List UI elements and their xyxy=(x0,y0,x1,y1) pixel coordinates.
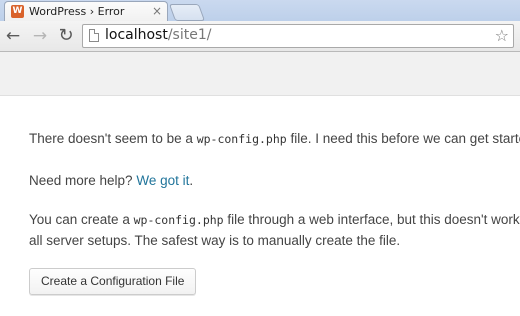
url-path: /site1/ xyxy=(167,27,212,43)
address-bar[interactable]: localhost/site1/ ☆ xyxy=(82,24,514,48)
page-header-band xyxy=(0,52,520,96)
help-suffix: . xyxy=(189,173,194,188)
forward-arrow-icon[interactable]: → xyxy=(31,26,49,46)
reload-icon[interactable]: ↻ xyxy=(57,26,75,46)
bookmark-star-icon[interactable]: ☆ xyxy=(495,26,509,46)
setup-text-before: You can create a xyxy=(29,212,134,227)
setup-text-after: file through a web interface, but this d… xyxy=(223,212,520,227)
setup-config-filename: wp-config.php xyxy=(133,213,224,227)
url-host: localhost xyxy=(105,27,168,43)
message-text-after: file. I need this before we can get star… xyxy=(286,131,520,146)
help-message: Need more help? We got it. xyxy=(29,170,193,191)
page-icon xyxy=(89,29,99,42)
close-tab-icon[interactable]: × xyxy=(152,4,162,18)
back-arrow-icon[interactable]: ← xyxy=(4,26,22,46)
wordpress-favicon-icon: W xyxy=(11,5,24,18)
missing-config-message: There doesn't seem to be a wp-config.php… xyxy=(29,128,520,150)
setup-message-line2: all server setups. The safest way is to … xyxy=(29,233,401,248)
browser-toolbar: ← → ↻ localhost/site1/ ☆ xyxy=(0,21,520,52)
config-filename: wp-config.php xyxy=(196,132,287,146)
tab-title: WordPress › Error xyxy=(29,5,125,18)
help-link[interactable]: We got it xyxy=(136,173,189,188)
new-tab-button[interactable] xyxy=(168,4,206,21)
create-config-button[interactable]: Create a Configuration File xyxy=(29,268,197,295)
tab-strip: W WordPress › Error × xyxy=(0,0,520,21)
setup-message-line1: You can create a wp-config.php file thro… xyxy=(29,209,520,231)
browser-tab[interactable]: W WordPress › Error × xyxy=(4,1,168,21)
help-prefix: Need more help? xyxy=(29,173,137,188)
message-text-before: There doesn't seem to be a xyxy=(29,131,197,146)
url-text[interactable]: localhost/site1/ xyxy=(105,27,211,43)
